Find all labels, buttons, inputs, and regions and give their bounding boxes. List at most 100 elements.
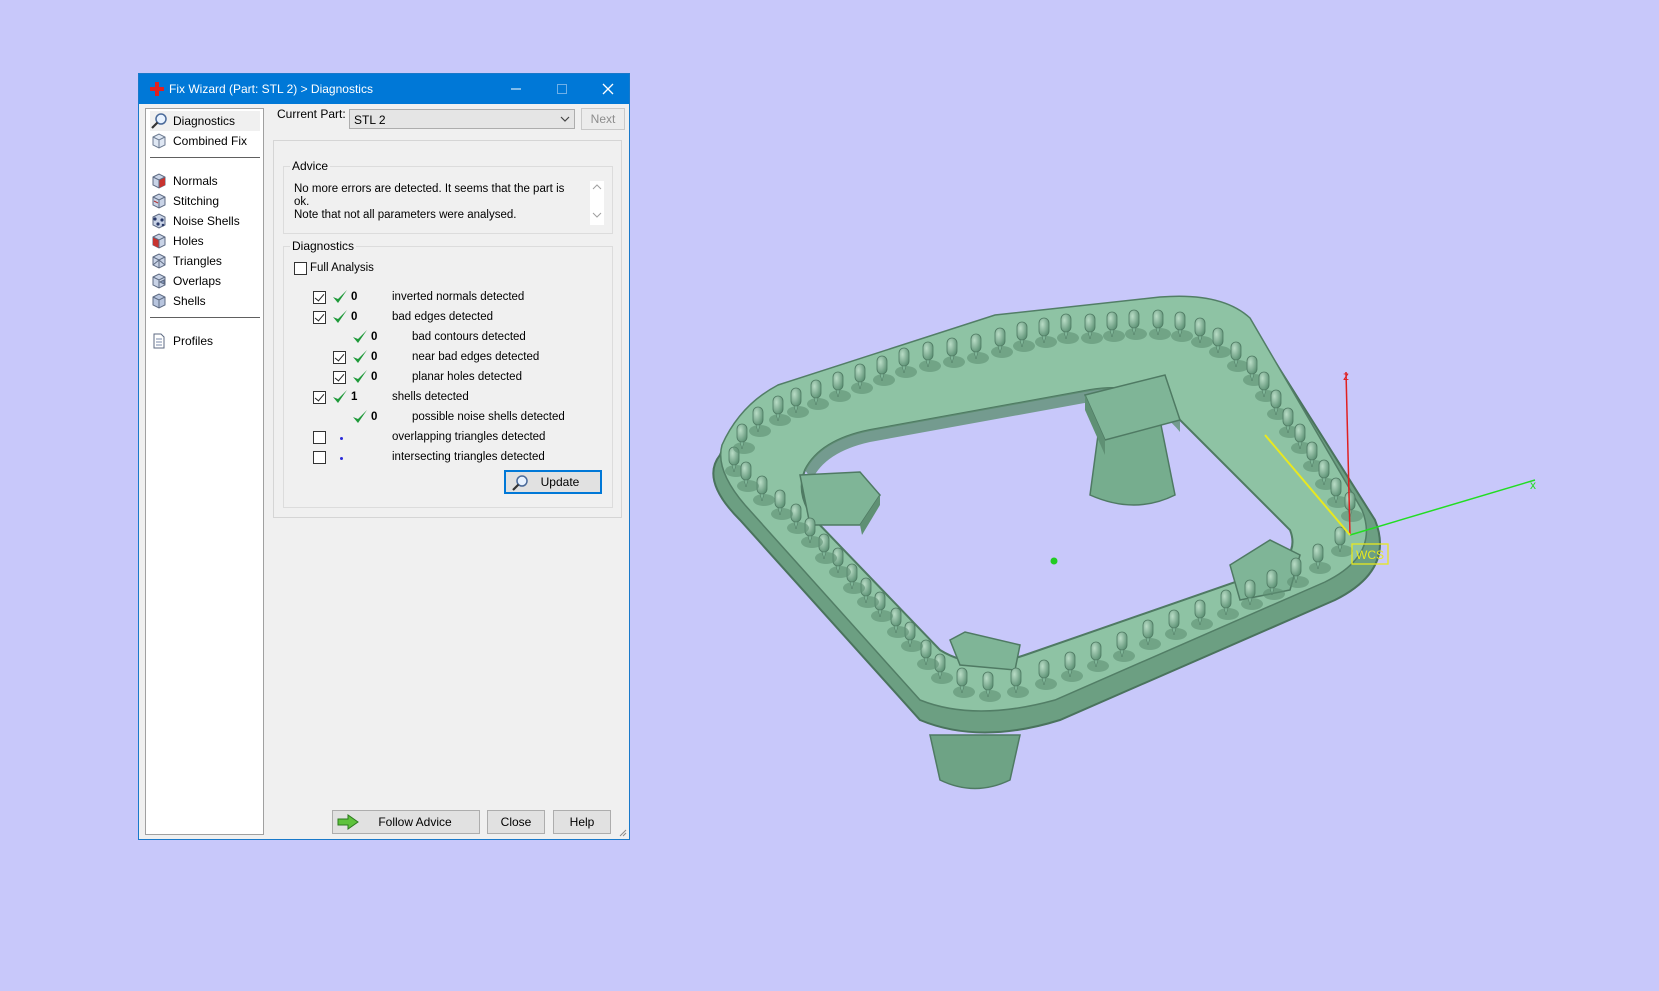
nav-item-shells[interactable]: Shells [150,291,260,311]
advice-group: Advice No more errors are detected. It s… [283,159,613,234]
update-label: Update [540,475,580,489]
pending-dot-icon [340,457,343,460]
help-button[interactable]: Help [553,810,611,834]
diagnostic-label: intersecting triangles detected [392,451,545,463]
diagnostic-label: bad contours detected [412,331,526,343]
diagnostics-title: Diagnostics [290,239,357,253]
maximize-button[interactable] [539,74,585,104]
diagnostic-label: possible noise shells detected [412,411,565,423]
resize-grip-icon[interactable] [617,827,627,837]
nav-item-noise-shells[interactable]: Noise Shells [150,211,260,231]
current-part-value: STL 2 [354,113,386,127]
nav-item-stitching[interactable]: Stitching [150,191,260,211]
nav-label: Overlaps [173,274,222,288]
nav-label: Shells [173,294,206,308]
green-check-icon [353,350,367,363]
diagnostic-label: planar holes detected [412,371,522,383]
nav-divider [150,317,260,318]
full-analysis-label: Full Analysis [310,262,374,274]
green-check-icon [333,310,347,323]
current-part-label: Current Part: [277,107,346,121]
close-icon [602,83,614,95]
diagnostic-checkbox[interactable] [313,311,326,324]
nav-label: Triangles [173,254,222,268]
advice-title: Advice [290,159,331,173]
diagnostic-count: 0 [371,351,378,363]
diagnostic-label: inverted normals detected [392,291,525,303]
diagnostic-checkbox[interactable] [333,371,346,384]
magnifier-icon [151,113,167,129]
diagnostic-checkbox[interactable] [333,351,346,364]
wizard-nav: Diagnostics Combined Fix Normals Stitchi… [145,108,264,835]
diagnostic-count: 0 [371,371,378,383]
magnifier-icon [512,475,528,491]
nav-item-combined-fix[interactable]: Combined Fix [150,131,260,151]
nav-item-overlaps[interactable]: Overlaps [150,271,260,291]
follow-advice-label: Follow Advice [378,815,452,829]
minimize-button[interactable] [493,74,539,104]
window-title: Fix Wizard (Part: STL 2) > Diagnostics [169,82,373,96]
diagnostic-count: 0 [371,331,378,343]
nav-label: Profiles [173,334,214,348]
stitching-cube-icon [152,193,166,209]
nav-item-diagnostics[interactable]: Diagnostics [150,111,260,131]
fix-wizard-window: Fix Wizard (Part: STL 2) > Diagnostics D… [138,73,630,840]
close-window-button[interactable] [585,74,631,104]
pending-dot-icon [340,437,343,440]
nav-item-normals[interactable]: Normals [150,171,260,191]
z-axis-label: z [1343,369,1349,383]
chevron-down-icon [560,116,570,122]
diagnostic-label: bad edges detected [392,311,494,323]
nav-item-holes[interactable]: Holes [150,231,260,251]
diagnostic-checkbox[interactable] [313,451,326,464]
green-check-icon [353,370,367,383]
triangles-cube-icon [152,253,166,269]
diagnostics-group: Diagnostics Full Analysis 0 inverted norm… [283,239,613,508]
x-axis-label: x [1530,478,1536,492]
maximize-icon [557,84,567,94]
advice-line-2: Note that not all parameters were analys… [294,209,517,221]
current-part-select[interactable]: STL 2 [349,109,575,129]
diagnostic-label: near bad edges detected [412,351,540,363]
advice-text: No more errors are detected. It seems th… [294,183,574,222]
shells-cube-icon [152,293,166,309]
diagnostic-count: 0 [351,311,358,323]
close-label: Close [500,815,532,829]
nav-divider [150,157,260,158]
nav-label: Diagnostics [173,114,236,128]
red-cross-icon [150,82,164,96]
wcs-label: WCS [1356,548,1384,562]
nav-label: Combined Fix [173,134,248,148]
nav-label: Holes [173,234,204,248]
nav-item-profiles[interactable]: Profiles [150,331,260,351]
diagnostics-panel: Advice No more errors are detected. It s… [273,140,622,518]
diagnostic-label: shells detected [392,391,469,403]
nav-label: Noise Shells [173,214,240,228]
advice-scrollbar[interactable] [590,181,604,225]
diagnostic-checkbox[interactable] [313,391,326,404]
green-check-icon [333,390,347,403]
next-label: Next [590,112,616,126]
full-analysis-checkbox[interactable] [294,262,307,275]
help-label: Help [569,815,595,829]
update-button[interactable]: Update [504,470,602,494]
document-icon [153,333,165,349]
next-button[interactable]: Next [581,108,625,130]
advice-line-1: No more errors are detected. It seems th… [294,183,565,208]
green-arrow-icon [337,814,359,830]
diagnostic-checkbox[interactable] [313,291,326,304]
title-bar[interactable]: Fix Wizard (Part: STL 2) > Diagnostics [139,74,629,104]
holes-cube-icon [152,233,166,249]
scroll-up-icon [592,184,602,190]
close-button[interactable]: Close [487,810,545,834]
scroll-down-icon [592,212,602,218]
nav-item-triangles[interactable]: Triangles [150,251,260,271]
overlaps-cube-icon [152,273,166,289]
green-check-icon [353,410,367,423]
nav-label: Stitching [173,194,220,208]
follow-advice-button[interactable]: Follow Advice [332,810,480,834]
diagnostic-checkbox[interactable] [313,431,326,444]
normals-cube-icon [152,173,166,189]
diagnostic-count: 0 [371,411,378,423]
green-check-icon [333,290,347,303]
